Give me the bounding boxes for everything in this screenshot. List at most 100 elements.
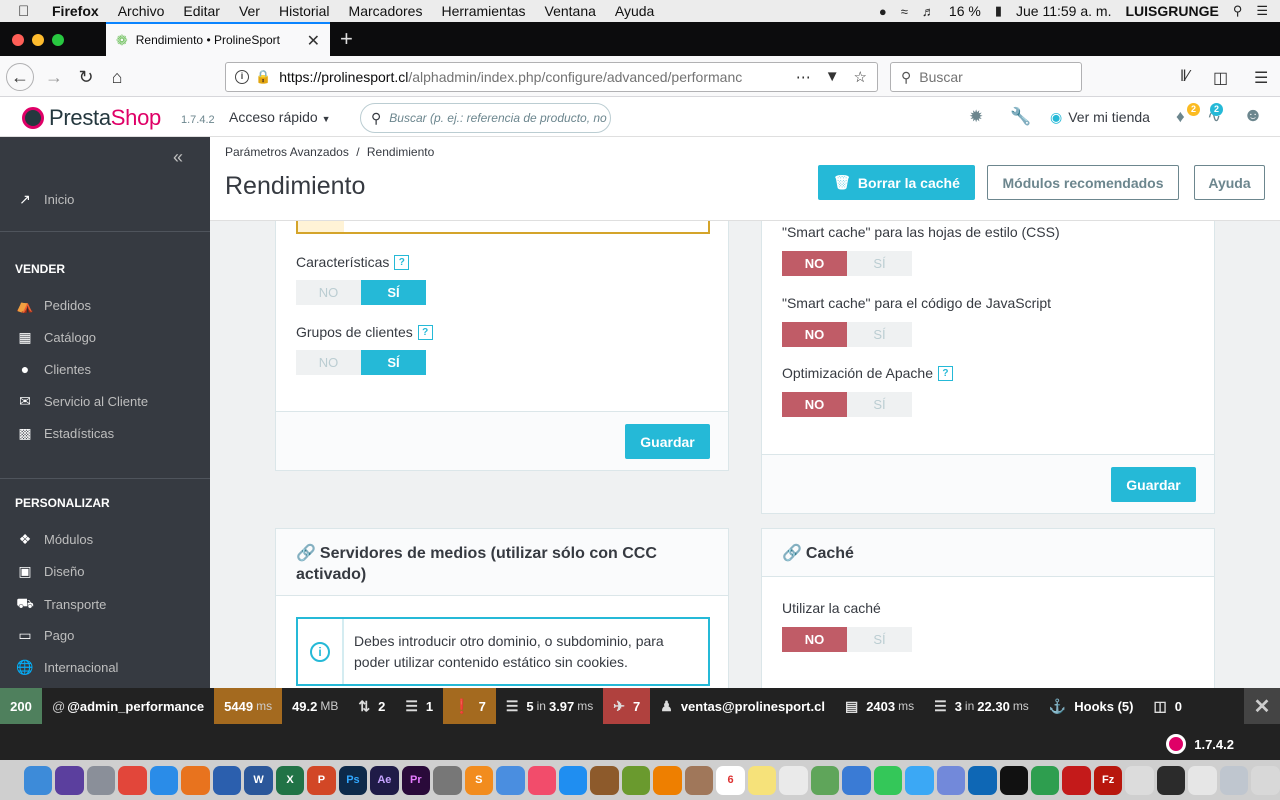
switch-si[interactable]: SÍ [361,280,426,305]
customer-groups-switch[interactable]: NO SÍ [296,350,426,375]
sidebar-item-estadisticas[interactable]: ▩ Estadísticas [16,425,114,442]
bookmark-star-icon[interactable]: ☆ [854,68,867,86]
prestashop-logo[interactable]: PrestaShop [22,105,161,131]
safari-icon[interactable] [149,765,179,795]
documents-stack-icon[interactable] [1188,765,1217,795]
siri-icon[interactable] [55,765,84,795]
photos-icon[interactable] [496,765,525,795]
switch-si[interactable]: SÍ [847,392,912,417]
save-button[interactable]: Guardar [1111,467,1196,502]
switch-si[interactable]: SÍ [847,251,912,276]
switch-no[interactable]: NO [782,627,847,652]
close-tab-icon[interactable]: ✕ [307,31,320,51]
after-effects-icon[interactable]: Ae [370,765,399,795]
downloads-folder-icon[interactable] [1219,765,1249,795]
sourcetree-icon[interactable] [1031,765,1060,795]
acrobat-icon[interactable] [1062,765,1091,795]
terminal-icon[interactable] [999,765,1028,795]
forward-icon[interactable]: → [40,63,68,91]
user-account-icon[interactable]: ☻ [1243,105,1263,127]
menu-clock[interactable]: Jue 11:59 a. m. [1016,3,1111,19]
menu-archivo[interactable]: Archivo [118,3,165,19]
downloads-stack-icon[interactable] [1125,765,1154,795]
page-actions-icon[interactable]: ⋯ [796,68,811,86]
app-store-icon[interactable] [558,765,588,795]
photoshop-icon[interactable]: Ps [338,765,368,795]
menu-marcadores[interactable]: Marcadores [349,3,423,19]
wifi-icon[interactable]: ≈ [901,4,908,19]
menu-ver[interactable]: Ver [239,3,260,19]
facetime-icon[interactable] [873,765,903,795]
calendar-icon[interactable]: 6 [716,765,745,795]
sidebar-item-pedidos[interactable]: ⛺ Pedidos [16,297,91,314]
browser-tab-active[interactable]: ❁ Rendimiento • ProlineSport ✕ [106,22,330,56]
cyberduck-icon[interactable] [621,765,651,795]
image-capture-icon[interactable] [842,765,871,795]
reload-icon[interactable]: ↻ [72,63,100,91]
maps-icon[interactable] [810,765,840,795]
features-switch[interactable]: NO SÍ [296,280,426,305]
sidebar-item-clientes[interactable]: ● Clientes [16,361,91,377]
browser-search-input[interactable]: ⚲ Buscar [890,62,1082,92]
battery-icon[interactable]: ▮ [995,3,1002,19]
recommended-modules-button[interactable]: Módulos recomendados [987,165,1179,200]
menu-ayuda[interactable]: Ayuda [615,3,654,19]
collapse-sidebar-icon[interactable]: « [173,147,183,168]
excel-icon[interactable]: X [275,765,305,795]
close-toolbar-icon[interactable]: ✕ [1244,688,1280,724]
sidebar-item-inicio[interactable]: ↗ Inicio [16,191,74,208]
sidebar-item-servicio[interactable]: ✉ Servicio al Cliente [16,393,148,410]
maintenance-wrench-icon[interactable]: 🔧 [1010,107,1031,127]
sidebar-item-modulos[interactable]: ❖ Módulos [16,531,93,548]
new-tab-icon[interactable]: + [340,26,353,52]
profiler-user[interactable]: ♟ ventas@prolinesport.cl [650,688,835,724]
profiler-cache[interactable]: ☰ 3 in 22.30 ms [924,688,1039,724]
vlc-icon[interactable] [653,765,682,795]
finder-icon[interactable] [24,765,53,795]
notifications-bell-icon[interactable]: ♦ [1176,107,1185,127]
zoom-window-icon[interactable] [52,34,64,46]
back-icon[interactable]: ← [6,63,34,91]
filezilla-icon[interactable]: Fz [1093,765,1123,795]
switch-si[interactable]: SÍ [847,627,912,652]
site-info-icon[interactable]: i [235,70,249,84]
url-bar[interactable]: i 🔒 https://prolinesport.cl /alphadmin/i… [225,62,878,92]
switch-no[interactable]: NO [296,350,361,375]
messages-icon[interactable] [905,765,934,795]
help-button[interactable]: Ayuda [1194,165,1265,200]
contacts-icon[interactable] [684,765,714,795]
hamburger-menu-icon[interactable]: ☰ [1254,68,1268,88]
profiler-modules[interactable]: ◫ 0 [1143,688,1191,724]
menu-ventana[interactable]: Ventana [545,3,596,19]
record-icon[interactable]: ● [879,4,887,19]
reminders-icon[interactable] [779,765,808,795]
sidebar-item-internacional[interactable]: 🌐 Internacional [16,659,118,676]
discord-icon[interactable] [936,765,966,795]
guitar-icon[interactable] [590,765,619,795]
breadcrumb-parent[interactable]: Parámetros Avanzados [225,145,349,159]
close-window-icon[interactable] [12,34,24,46]
volume-icon[interactable]: ♬ [922,4,935,19]
home-icon[interactable]: ⌂ [103,63,131,91]
premiere-icon[interactable]: Pr [401,765,431,795]
switch-no[interactable]: NO [296,280,361,305]
firefox-icon[interactable] [181,765,210,795]
profiler-ps-version[interactable]: 1.7.4.2 [1166,734,1234,754]
archive-icon[interactable] [433,765,462,795]
apache-optimization-switch[interactable]: NO SÍ [782,392,912,417]
itunes-icon[interactable] [527,765,556,795]
menu-app-name[interactable]: Firefox [52,3,99,19]
lock-icon[interactable]: 🔒 [255,69,271,85]
profiler-twig[interactable]: ▤ 2403 ms [835,688,924,724]
notification-center-icon[interactable]: ☰ [1256,3,1268,19]
view-shop-link[interactable]: ◉ Ver mi tienda [1050,109,1150,126]
profiler-logs[interactable]: ☰ 1 [395,688,443,724]
sidebar-item-catalogo[interactable]: ▦ Catálogo [16,329,96,346]
sidebar-item-transporte[interactable]: ⛟ Transporte [16,595,106,614]
menu-user[interactable]: LUISGRUNGE [1125,3,1218,19]
help-icon[interactable]: ? [937,365,953,381]
profiler-translations[interactable]: ✈ 7 [603,688,651,724]
debug-bug-icon[interactable]: ✹ [969,107,983,127]
profiler-hooks[interactable]: ⚓ Hooks (5) [1039,688,1144,724]
library-icon[interactable]: ‖⁄ [1180,68,1189,86]
